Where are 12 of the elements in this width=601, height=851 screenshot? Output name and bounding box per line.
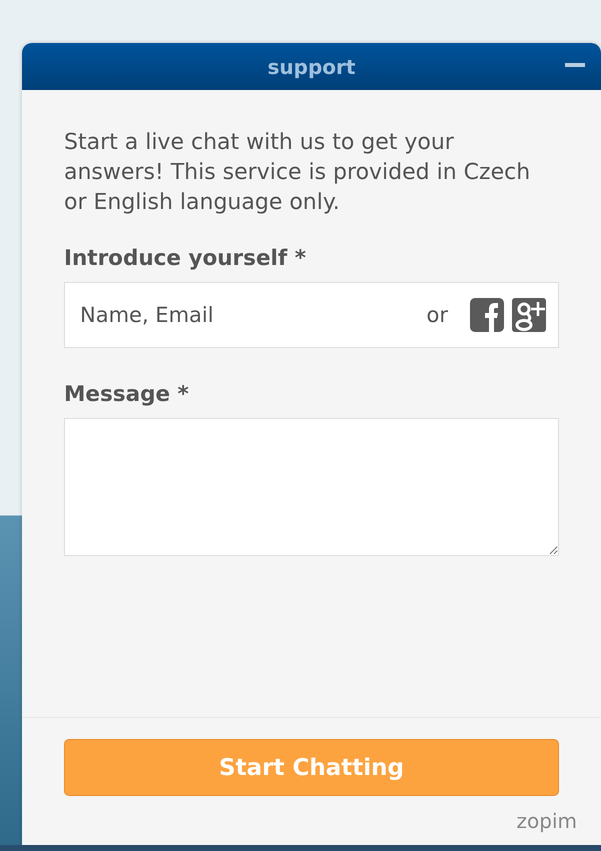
widget-title: support: [268, 54, 356, 78]
facebook-icon[interactable]: [470, 298, 504, 332]
name-field[interactable]: Name, Email or: [64, 282, 559, 348]
intro-text: Start a live chat with us to get your answers! This service is provided in Czech or English language only.: [64, 129, 532, 217]
google-plus-icon[interactable]: [512, 298, 546, 332]
field-label: Introduce yourself *: [64, 246, 307, 271]
or-text: or: [426, 303, 448, 327]
minimize-icon: [565, 63, 585, 67]
message-field[interactable]: [64, 418, 559, 556]
brand-logo: zopim: [516, 809, 577, 833]
name-email-field[interactable]: Name, Email: [78, 302, 419, 328]
field-label: Message *: [64, 382, 190, 407]
